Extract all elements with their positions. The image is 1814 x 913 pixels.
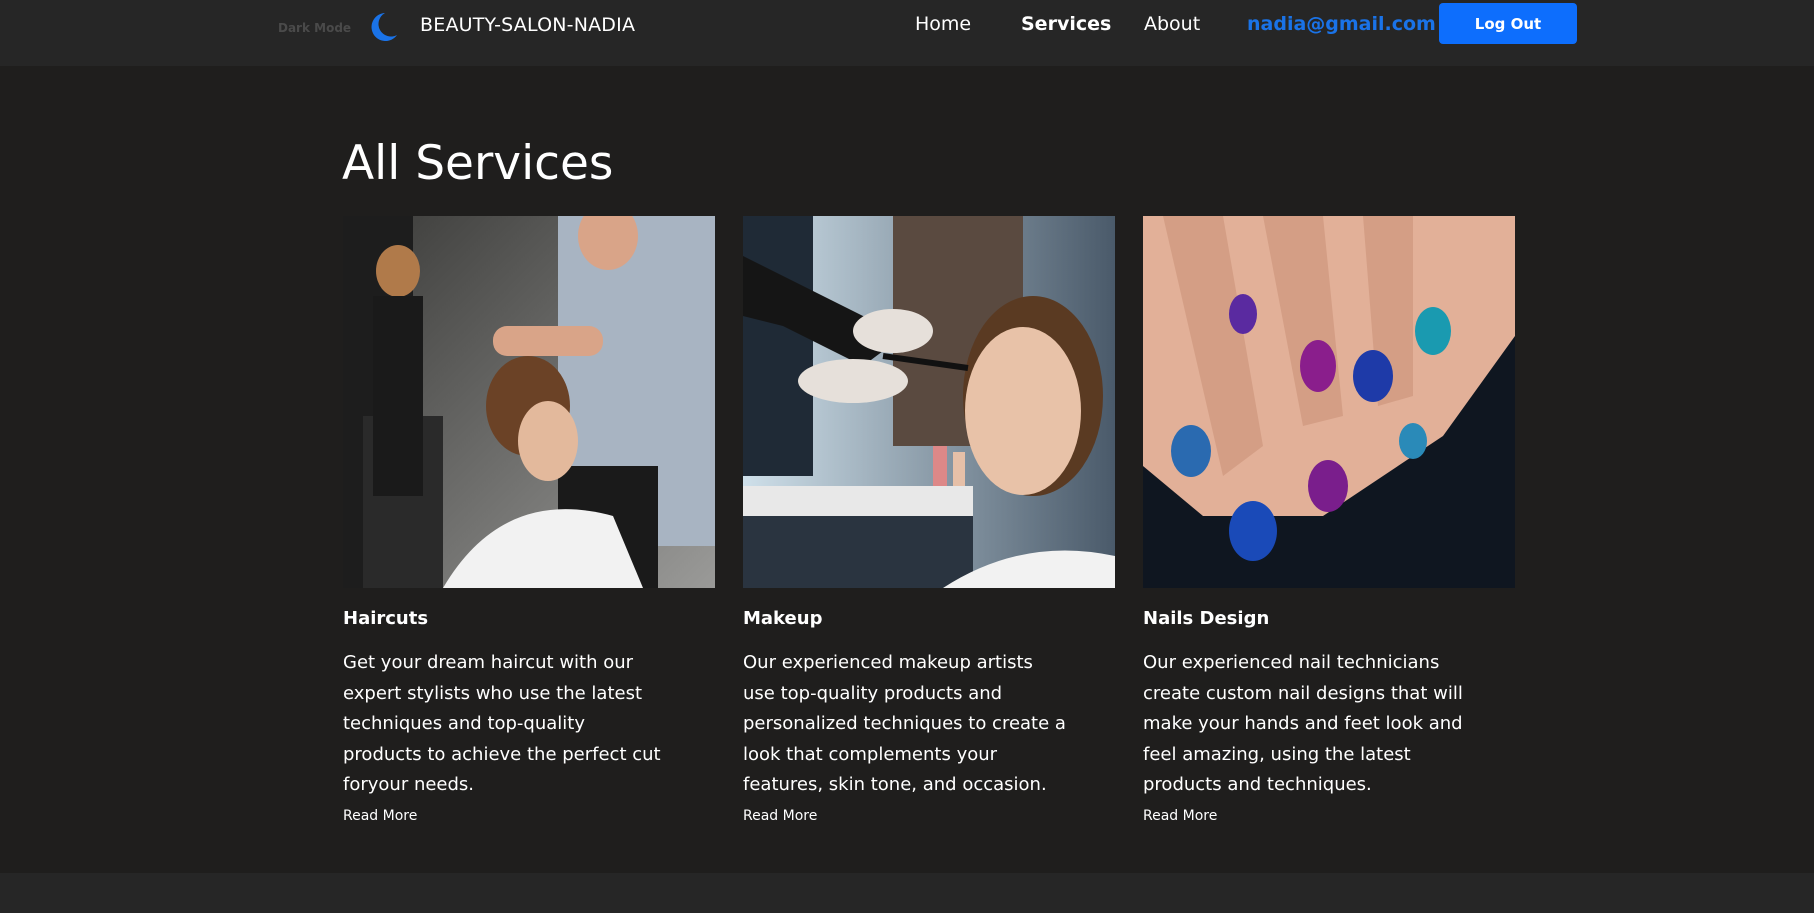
nav-link-services[interactable]: Services: [1021, 13, 1111, 35]
card-title: Nails Design: [1143, 608, 1270, 629]
moon-icon[interactable]: [366, 10, 400, 44]
page-title: All Services: [342, 136, 614, 191]
logout-button[interactable]: Log Out: [1439, 3, 1577, 44]
haircut-photo: [343, 216, 715, 588]
card-title: Haircuts: [343, 608, 429, 629]
read-more-link[interactable]: Read More: [743, 808, 817, 824]
service-card-makeup: Makeup Our experienced makeup artists us…: [743, 216, 1115, 824]
user-email[interactable]: nadia@gmail.com: [1247, 13, 1436, 35]
dark-mode-label: Dark Mode: [278, 21, 352, 35]
service-card-haircuts: Haircuts Get your dream haircut with our…: [343, 216, 715, 824]
read-more-link[interactable]: Read More: [1143, 808, 1217, 824]
makeup-photo: [743, 216, 1115, 588]
card-title: Makeup: [743, 608, 823, 629]
nav-link-about[interactable]: About: [1144, 13, 1200, 35]
footer: [0, 873, 1814, 913]
card-description: Get your dream haircut with our expert s…: [343, 652, 661, 795]
brand-name[interactable]: BEAUTY-SALON-NADIA: [420, 14, 635, 36]
service-card-nails-design: Nails Design Our experienced nail techni…: [1143, 216, 1515, 824]
read-more-link[interactable]: Read More: [343, 808, 417, 824]
navbar: Dark Mode BEAUTY-SALON-NADIA Home Servic…: [0, 0, 1814, 66]
nav-link-home[interactable]: Home: [915, 13, 971, 35]
card-description: Our experienced makeup artists use top-q…: [743, 652, 1066, 795]
card-description: Our experienced nail technicians create …: [1143, 652, 1463, 795]
nails-photo: [1143, 216, 1515, 588]
